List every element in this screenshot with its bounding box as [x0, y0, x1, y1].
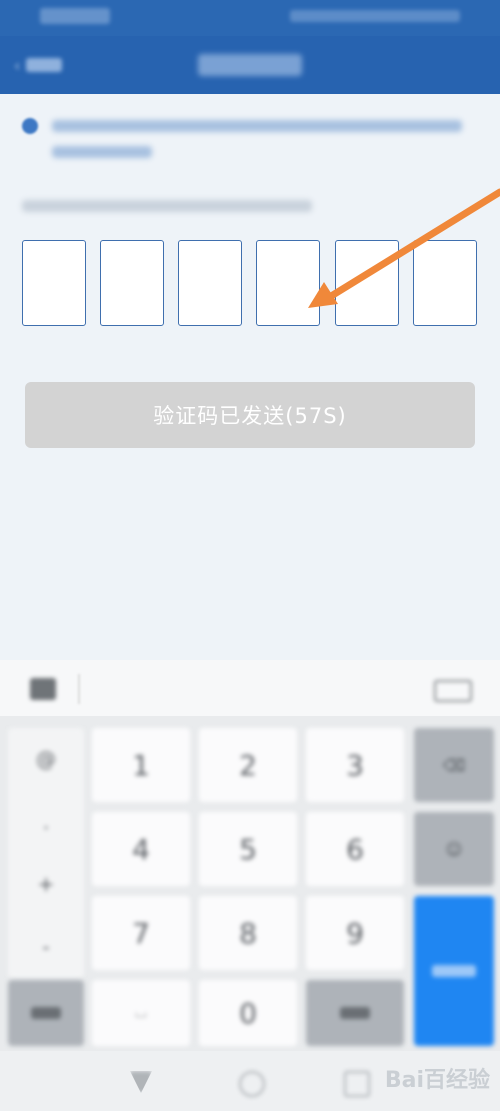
code-sent-countdown-button[interactable]: 验证码已发送(57S): [25, 382, 475, 448]
keyboard-hide-icon[interactable]: [434, 680, 472, 702]
backspace-icon: ⌫: [442, 755, 466, 775]
back-button[interactable]: ‹: [14, 54, 63, 76]
language-key-label-blurred: [340, 1007, 370, 1019]
status-bar-right-info: [290, 10, 460, 22]
key-9[interactable]: 9: [306, 896, 404, 970]
recents-square-icon[interactable]: [344, 1071, 370, 1097]
symbol-key-dot[interactable]: .: [43, 810, 49, 834]
key-7[interactable]: 7: [92, 896, 190, 970]
back-triangle-icon[interactable]: [130, 1071, 152, 1093]
key-3[interactable]: 3: [306, 728, 404, 802]
code-digit-box-5[interactable]: [335, 240, 399, 326]
code-digit-box-1[interactable]: [22, 240, 86, 326]
symbol-key-at[interactable]: @: [36, 747, 56, 771]
key-1[interactable]: 1: [92, 728, 190, 802]
status-bar: [0, 0, 500, 36]
next-key-label-blurred: [432, 965, 476, 977]
top-navigation-bar: ‹: [0, 36, 500, 94]
code-instruction-text: [22, 200, 312, 212]
home-circle-icon[interactable]: [239, 1071, 265, 1097]
page-title-blurred: [198, 54, 302, 76]
language-switch-key[interactable]: [306, 980, 404, 1046]
watermark-logo: Bai百经验: [384, 1068, 490, 1093]
symbol-key-plus[interactable]: +: [38, 872, 55, 896]
numeric-keyboard: @ . + - 1 2 3 ⌫ 4 5 6 ☺ 7 8 9 ⌴ 0: [0, 716, 500, 1051]
key-0[interactable]: 0: [199, 980, 297, 1046]
keyboard-toolbar: [0, 660, 500, 716]
key-5[interactable]: 5: [199, 812, 297, 886]
code-digit-box-4[interactable]: [256, 240, 320, 326]
key-6[interactable]: 6: [306, 812, 404, 886]
backspace-key[interactable]: ⌫: [414, 728, 494, 802]
symbols-switch-key[interactable]: [8, 980, 84, 1046]
toolbar-divider: [78, 674, 80, 704]
code-digit-box-2[interactable]: [100, 240, 164, 326]
key-4[interactable]: 4: [92, 812, 190, 886]
smiley-icon: ☺: [445, 839, 463, 859]
key-8[interactable]: 8: [199, 896, 297, 970]
space-key-glyph: ⌴: [135, 1005, 147, 1021]
key-2[interactable]: 2: [199, 728, 297, 802]
symbol-column[interactable]: @ . + -: [8, 728, 84, 978]
security-notice: [22, 112, 482, 172]
space-key[interactable]: ⌴: [92, 980, 190, 1046]
next-key[interactable]: [414, 896, 494, 1046]
status-bar-left-info: [40, 8, 110, 24]
verification-code-input[interactable]: [22, 240, 478, 326]
keyboard-menu-icon[interactable]: [30, 678, 56, 700]
back-label-blurred: [26, 58, 63, 72]
code-digit-box-3[interactable]: [178, 240, 242, 326]
emoji-key[interactable]: ☺: [414, 812, 494, 886]
notice-line-2: [52, 146, 152, 158]
info-icon: [22, 118, 38, 134]
symbols-key-label-blurred: [31, 1007, 61, 1019]
code-digit-box-6[interactable]: [413, 240, 477, 326]
symbol-key-minus[interactable]: -: [42, 935, 49, 959]
chevron-left-icon: ‹: [14, 55, 21, 75]
notice-line-1: [52, 120, 462, 132]
